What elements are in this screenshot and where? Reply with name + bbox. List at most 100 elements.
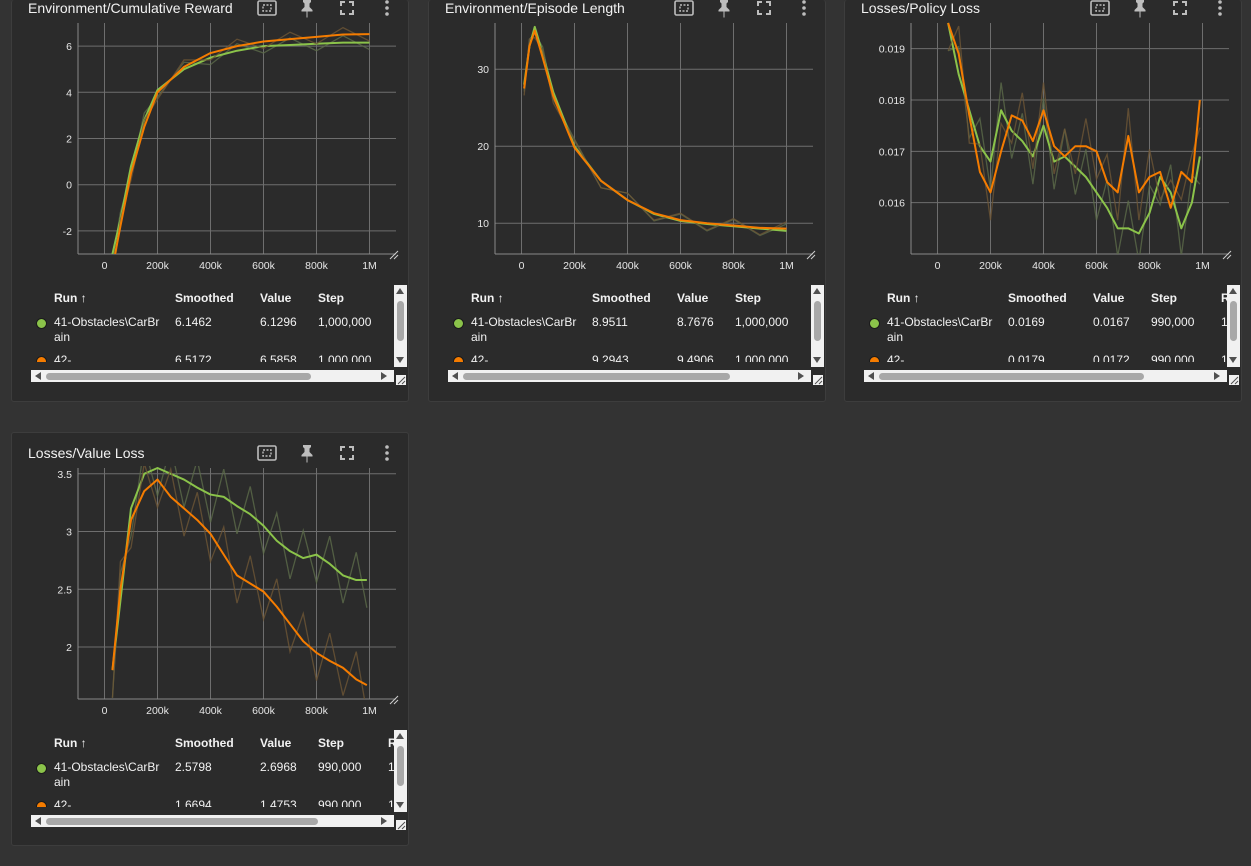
- table-row[interactable]: 42- 1.6694 1.4753 990,000 1: [31, 798, 394, 807]
- pin-button[interactable]: [295, 441, 319, 465]
- scrollbar-thumb[interactable]: [879, 373, 1144, 380]
- column-header-run[interactable]: Run ↑: [54, 736, 87, 750]
- column-header-smoothed[interactable]: Smoothed: [592, 291, 651, 305]
- fit-domain-button[interactable]: [255, 0, 279, 20]
- smoothed-series-line: [523, 25, 787, 232]
- column-header-run[interactable]: Run ↑: [887, 291, 920, 305]
- scrollbar-thumb[interactable]: [1230, 301, 1237, 341]
- line-chart[interactable]: 0 200k 400k 600k 800k 1M 0.019 0.018 0.017 0.016: [845, 18, 1243, 280]
- line-chart[interactable]: 0 200k 400k 600k 800k 1M 3.5 3 2.5 2: [12, 463, 410, 725]
- more-vert-button[interactable]: [375, 0, 399, 20]
- table-row[interactable]: 41-Obstacles\CarBrain 2.5798 2.6968 990,000…: [31, 760, 394, 796]
- scalar-card: Losses/Value Loss 0 200k 400k 600k 800k 1M 3.5 3…: [11, 432, 409, 846]
- column-header-smoothed[interactable]: Smoothed: [1008, 291, 1067, 305]
- chart-resize-handle[interactable]: [389, 247, 399, 260]
- table-row[interactable]: 42- 0.0179 0.0172 990,000 1: [864, 353, 1227, 362]
- y-tick-label: 3: [66, 527, 72, 539]
- x-tick-label: 0: [935, 260, 941, 272]
- table-resize-handle[interactable]: [813, 372, 823, 385]
- column-header-step[interactable]: Step: [735, 291, 761, 305]
- table-row[interactable]: 41-Obstacles\CarBrain 8.9511 8.7676 1,000,0…: [448, 315, 811, 351]
- table-horizontal-scrollbar[interactable]: [31, 815, 394, 827]
- fit-domain-button[interactable]: [1088, 0, 1112, 20]
- column-header-value[interactable]: Value: [677, 291, 708, 305]
- scroll-down-arrow[interactable]: [396, 357, 404, 363]
- x-tick-label: 800k: [722, 260, 746, 272]
- more-vert-icon: [802, 0, 806, 16]
- scroll-down-arrow[interactable]: [1229, 357, 1237, 363]
- fullscreen-button[interactable]: [1168, 0, 1192, 20]
- table-horizontal-scrollbar[interactable]: [31, 370, 394, 382]
- orange-run-swatch: [453, 356, 464, 362]
- table-vertical-scrollbar[interactable]: [811, 285, 824, 367]
- column-header-run[interactable]: Run ↑: [54, 291, 87, 305]
- table-horizontal-scrollbar[interactable]: [448, 370, 811, 382]
- scroll-right-arrow[interactable]: [1214, 372, 1220, 380]
- scroll-left-arrow[interactable]: [35, 372, 41, 380]
- y-tick-label: 10: [477, 218, 489, 230]
- table-resize-handle[interactable]: [1229, 372, 1239, 385]
- scroll-up-arrow[interactable]: [396, 288, 404, 294]
- scroll-up-arrow[interactable]: [813, 288, 821, 294]
- run-name: 42-: [54, 798, 72, 807]
- scroll-left-arrow[interactable]: [35, 817, 41, 825]
- line-chart[interactable]: 0 200k 400k 600k 800k 1M 6 4 2 0 -2: [12, 18, 410, 280]
- run-name: 41-Obstacles\CarBrain: [471, 315, 577, 344]
- table-row[interactable]: 42- 9.2943 9.4906 1,000,000: [448, 353, 811, 362]
- column-header-value[interactable]: Value: [260, 291, 291, 305]
- runs-table: Run ↑SmoothedValueStepR41-Obstacles\CarB…: [864, 285, 1227, 362]
- scroll-right-arrow[interactable]: [798, 372, 804, 380]
- fullscreen-button[interactable]: [335, 441, 359, 465]
- pin-icon: [718, 0, 730, 18]
- green-run-swatch: [869, 318, 880, 329]
- fit-domain-button[interactable]: [255, 441, 279, 465]
- column-header-run[interactable]: Run ↑: [471, 291, 504, 305]
- more-vert-button[interactable]: [375, 441, 399, 465]
- scroll-up-arrow[interactable]: [396, 733, 404, 739]
- column-header-step[interactable]: Step: [318, 736, 344, 750]
- chart-resize-handle[interactable]: [1222, 247, 1232, 260]
- column-header-value[interactable]: Value: [1093, 291, 1124, 305]
- column-header-smoothed[interactable]: Smoothed: [175, 736, 234, 750]
- scroll-left-arrow[interactable]: [452, 372, 458, 380]
- scrollbar-thumb[interactable]: [397, 301, 404, 341]
- cell-step: 1,000,000: [318, 315, 372, 329]
- column-header-value[interactable]: Value: [260, 736, 291, 750]
- pin-button[interactable]: [1128, 0, 1152, 20]
- chart-resize-handle[interactable]: [389, 692, 399, 705]
- more-vert-button[interactable]: [792, 0, 816, 20]
- table-row[interactable]: 42- 6.5172 6.5858 1,000,000: [31, 353, 394, 362]
- table-row[interactable]: 41-Obstacles\CarBrain 0.0169 0.0167 990,000…: [864, 315, 1227, 351]
- scroll-right-arrow[interactable]: [381, 372, 387, 380]
- fullscreen-button[interactable]: [752, 0, 776, 20]
- scroll-right-arrow[interactable]: [381, 817, 387, 825]
- fullscreen-button[interactable]: [335, 0, 359, 20]
- table-resize-handle[interactable]: [396, 372, 406, 385]
- table-vertical-scrollbar[interactable]: [394, 285, 407, 367]
- chart-resize-handle[interactable]: [806, 247, 816, 260]
- scroll-up-arrow[interactable]: [1229, 288, 1237, 294]
- table-row[interactable]: 41-Obstacles\CarBrain 6.1462 6.1296 1,000,0…: [31, 315, 394, 351]
- run-name: 41-Obstacles\CarBrain: [887, 315, 993, 344]
- scrollbar-thumb[interactable]: [46, 818, 318, 825]
- pin-button[interactable]: [712, 0, 736, 20]
- scrollbar-thumb[interactable]: [397, 746, 404, 786]
- table-resize-handle[interactable]: [396, 817, 406, 830]
- fit-domain-button[interactable]: [672, 0, 696, 20]
- scroll-down-arrow[interactable]: [396, 802, 404, 808]
- scrollbar-thumb[interactable]: [463, 373, 730, 380]
- table-horizontal-scrollbar[interactable]: [864, 370, 1227, 382]
- scroll-down-arrow[interactable]: [813, 357, 821, 363]
- scrollbar-thumb[interactable]: [46, 373, 311, 380]
- table-vertical-scrollbar[interactable]: [1227, 285, 1240, 367]
- column-header-step[interactable]: Step: [318, 291, 344, 305]
- pin-button[interactable]: [295, 0, 319, 20]
- table-vertical-scrollbar[interactable]: [394, 730, 407, 812]
- scroll-left-arrow[interactable]: [868, 372, 874, 380]
- column-header-step[interactable]: Step: [1151, 291, 1177, 305]
- more-vert-button[interactable]: [1208, 0, 1232, 20]
- line-chart[interactable]: 0 200k 400k 600k 800k 1M 30 20 10: [429, 18, 827, 280]
- column-header-smoothed[interactable]: Smoothed: [175, 291, 234, 305]
- scrollbar-thumb[interactable]: [814, 301, 821, 341]
- green-run-swatch: [36, 763, 47, 774]
